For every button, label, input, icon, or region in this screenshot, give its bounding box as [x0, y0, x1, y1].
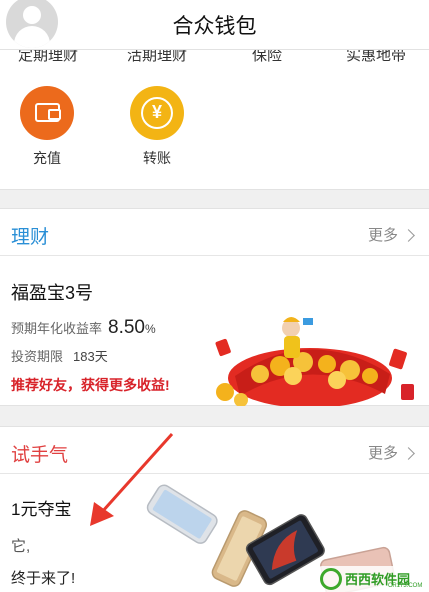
promo-text[interactable]: 推荐好友，获得更多收益!	[11, 375, 170, 395]
licai-more-link[interactable]: 更多	[367, 224, 415, 245]
wallet-home-screen: 合众钱包 定期理财 活期理财 保险 实惠地带 充值 ¥ 转账 理财 更多 福盈宝…	[0, 0, 429, 592]
wallet-icon	[20, 86, 74, 140]
app-header: 合众钱包	[0, 0, 429, 50]
chevron-right-icon	[402, 447, 415, 460]
nav-item-deals[interactable]: 实惠地带	[346, 50, 406, 65]
licai-section: 理财 更多 福盈宝3号 预期年化收益率 8.50% 投资期限 183天 推荐好友，获…	[0, 208, 429, 406]
rate-value: 8.50	[108, 317, 145, 338]
more-label: 更多	[367, 445, 398, 462]
term-row: 投资期限 183天	[11, 346, 108, 365]
nav-item-fixed-term[interactable]: 定期理财	[18, 50, 78, 65]
quick-actions: 充值 ¥ 转账	[0, 72, 429, 190]
nav-item-current[interactable]: 活期理财	[127, 50, 187, 65]
section-title: 试手气	[11, 445, 69, 466]
shishouqi-more-link[interactable]: 更多	[367, 442, 415, 463]
chevron-right-icon	[402, 229, 415, 242]
shishouqi-header: 试手气 更多	[0, 427, 429, 474]
rate-label: 预期年化收益率	[11, 321, 103, 336]
rate-unit: %	[145, 322, 156, 336]
watermark: 西西软件园 CR173.COM	[318, 566, 429, 592]
rate-row: 预期年化收益率 8.50%	[11, 317, 156, 339]
transfer-label: 转账	[143, 150, 171, 166]
teaser-line-1: 它,	[11, 538, 31, 555]
recharge-button[interactable]: 充值	[12, 86, 82, 168]
category-nav: 定期理财 活期理财 保险 实惠地带	[0, 50, 429, 72]
section-title: 理财	[11, 227, 50, 248]
teaser-line-2: 终于来了!	[11, 570, 76, 587]
red-envelope-illustration	[215, 317, 414, 406]
transfer-button[interactable]: ¥ 转账	[122, 86, 192, 168]
product-name[interactable]: 福盈宝3号	[11, 279, 93, 305]
yen-transfer-icon: ¥	[130, 86, 184, 140]
watermark-sub: CR173.COM	[388, 583, 423, 589]
watermark-logo-icon	[320, 568, 342, 590]
term-value: 183天	[73, 349, 108, 364]
licai-header: 理财 更多	[0, 209, 429, 256]
more-label: 更多	[367, 227, 398, 244]
page-title: 合众钱包	[172, 15, 257, 38]
recharge-label: 充值	[33, 150, 61, 166]
nav-item-insurance[interactable]: 保险	[252, 50, 282, 65]
term-label: 投资期限	[11, 349, 64, 364]
annotation-arrow	[90, 432, 174, 526]
product-name[interactable]: 1元夺宝	[11, 495, 71, 520]
